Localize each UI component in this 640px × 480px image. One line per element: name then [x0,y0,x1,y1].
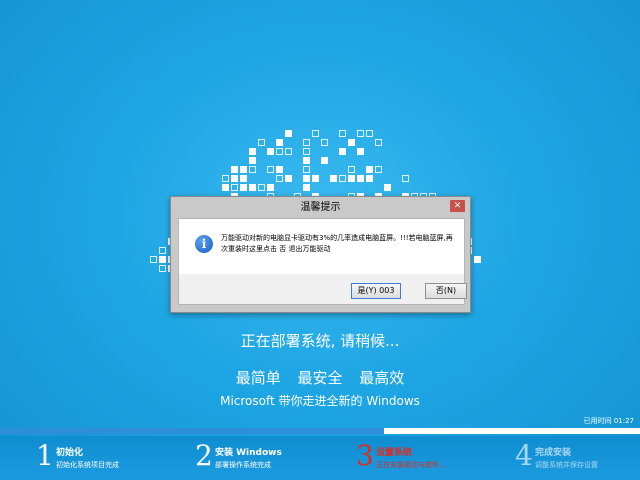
mosaic-cell [231,175,238,182]
step-subtitle: 初始化系统项目完成 [56,461,119,469]
mosaic-cell [339,148,346,155]
mosaic-cell [258,139,265,146]
mosaic-cell [474,256,481,263]
mosaic-cell [150,256,157,263]
mosaic-cell [366,175,373,182]
info-icon: i [195,235,213,253]
mosaic-cell [375,139,382,146]
step-title: 安装 Windows [215,448,282,458]
mosaic-cell [159,265,166,272]
mosaic-cell [159,247,166,254]
mosaic-cell [357,148,364,155]
mosaic-cell [258,184,265,191]
mosaic-cell [303,175,310,182]
mosaic-cell [276,166,283,173]
mosaic-cell [159,256,166,263]
mosaic-cell [222,184,229,191]
step-title: 完成安装 [535,448,572,458]
mosaic-cell [339,175,346,182]
yes-button[interactable]: 是(Y) 003 [351,283,401,299]
status-text: 正在部署系统, 请稍候... [240,332,400,350]
mosaic-cell [321,157,328,164]
step-number: 1 [36,439,54,472]
mosaic-cell [303,166,310,173]
steps-bar: 1 初始化 初始化系统项目完成 2 安装 Windows 部署操作系统完成 3 … [0,436,640,480]
mosaic-cell [330,175,337,182]
step-subtitle: 调整系统并保存设置 [535,461,598,469]
mosaic-cell [249,166,256,173]
dialog-message: 万能驱动对新的电脑显卡驱动有3%的几率造成电脑蓝屏。!!!若电脑蓝屏,再次重装时… [221,234,453,253]
mosaic-cell [231,184,238,191]
mosaic-cell [267,148,274,155]
mosaic-cell [366,166,373,173]
mosaic-cell [303,184,310,191]
elapsed-time: 已用时间 01:27 [583,417,634,425]
mosaic-cell [285,175,292,182]
mosaic-cell [402,175,409,182]
mosaic-cell [366,130,373,137]
dialog-footer: 是(Y) 003 否(N) [178,274,467,305]
mosaic-cell [267,166,274,173]
mosaic-cell [240,175,247,182]
mosaic-cell [240,166,247,173]
step-finish-install: 4 完成安装 调整系统并保存设置 [515,436,640,480]
mosaic-cell [339,130,346,137]
step-title: 设置系统 [376,448,413,458]
no-button[interactable]: 否(N) [425,283,467,299]
step-number: 3 [356,439,374,472]
mosaic-cell [312,175,319,182]
mosaic-cell [375,166,382,173]
mosaic-cell [240,184,247,191]
mosaic-cell [267,184,274,191]
mosaic-cell [249,157,256,164]
mosaic-cell [285,148,292,155]
mosaic-cell [249,184,256,191]
mosaic-cell [357,175,364,182]
mosaic-cell [285,130,292,137]
mosaic-cell [321,139,328,146]
warning-dialog: 温馨提示 ✕ i 万能驱动对新的电脑显卡驱动有3%的几率造成电脑蓝屏。!!!若电… [170,196,471,313]
step-configure-system: 3 设置系统 正在安装驱动与软件... [356,436,506,480]
dialog-title: 温馨提示 [300,202,341,213]
mosaic-cell [357,130,364,137]
mosaic-cell [249,148,256,155]
step-number: 4 [515,439,533,472]
mosaic-cell [276,175,283,182]
slogan-text: 最简单 最安全 最高效 [235,369,405,387]
mosaic-cell [303,148,310,155]
tagline-text: Microsoft 带你走进全新的 Windows [220,394,420,408]
mosaic-cell [348,166,355,173]
step-title: 初始化 [56,448,84,458]
step-number: 2 [195,439,213,472]
mosaic-cell [222,175,229,182]
progress-fill [0,428,384,434]
mosaic-cell [303,157,310,164]
step-initialize: 1 初始化 初始化系统项目完成 [36,436,186,480]
dialog-body: i 万能驱动对新的电脑显卡驱动有3%的几率造成电脑蓝屏。!!!若电脑蓝屏,再次重… [178,218,465,275]
mosaic-cell [348,139,355,146]
mosaic-cell [303,139,310,146]
mosaic-cell [276,139,283,146]
step-subtitle: 部署操作系统完成 [215,461,271,469]
close-icon[interactable]: ✕ [450,200,465,212]
mosaic-cell [276,148,283,155]
mosaic-cell [384,184,391,191]
step-install-windows: 2 安装 Windows 部署操作系统完成 [195,436,345,480]
step-subtitle: 正在安装驱动与软件... [376,461,446,469]
progress-bar [0,428,640,434]
mosaic-cell [348,175,355,182]
mosaic-cell [231,166,238,173]
mosaic-cell [312,130,319,137]
